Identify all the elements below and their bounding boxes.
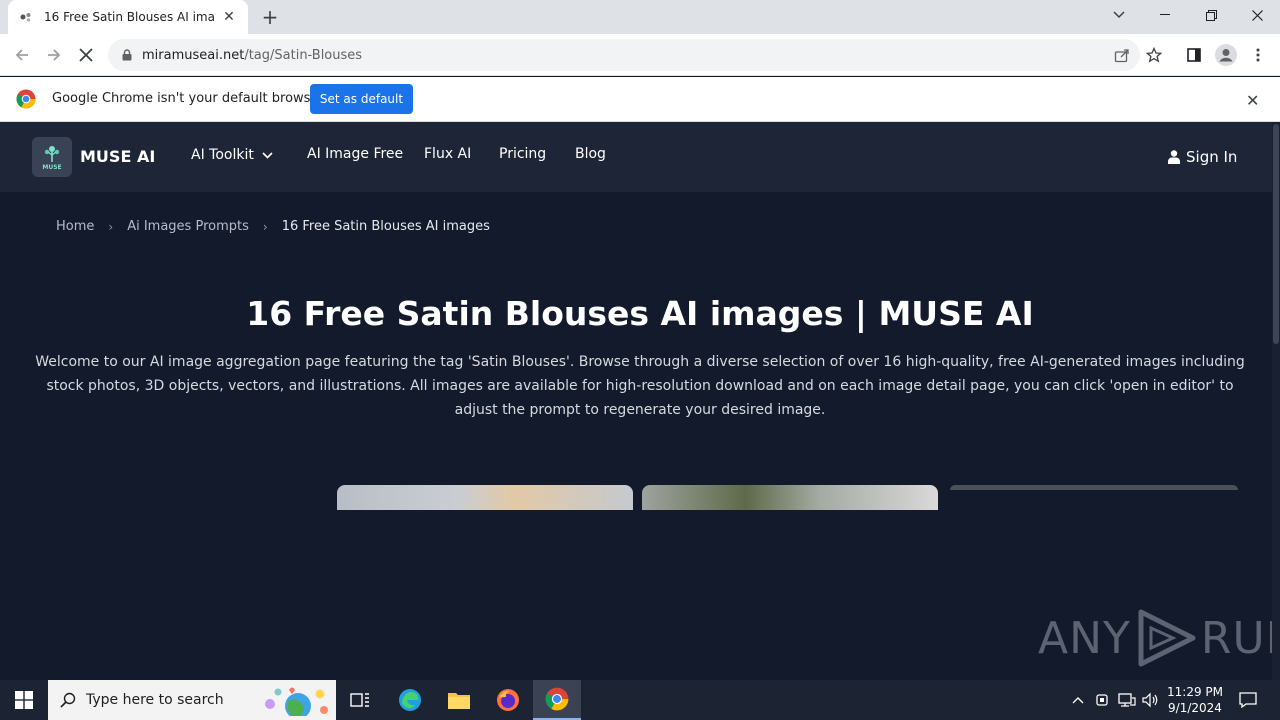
- chevron-right-icon: ›: [262, 219, 268, 234]
- new-tab-button[interactable]: +: [258, 5, 282, 29]
- page-scrollbar[interactable]: [1272, 122, 1280, 680]
- taskbar-chrome[interactable]: [533, 680, 581, 720]
- taskbar-firefox[interactable]: [484, 680, 532, 720]
- breadcrumb: Home › Ai Images Prompts › 16 Free Satin…: [56, 219, 490, 234]
- user-icon: [1168, 150, 1180, 164]
- nav-pricing[interactable]: Pricing: [499, 146, 546, 162]
- forward-button[interactable]: [42, 43, 66, 67]
- sign-in-button[interactable]: Sign In: [1168, 148, 1237, 166]
- default-browser-infobar: Google Chrome isn't your default browser…: [0, 77, 1280, 122]
- site-header: MUSE MUSE AI AI Toolkit AI Image Free Fl…: [0, 122, 1280, 192]
- breadcrumb-prompts[interactable]: Ai Images Prompts: [127, 219, 249, 234]
- watermark-right: RUN: [1200, 612, 1280, 664]
- brand-name[interactable]: MUSE AI: [80, 147, 155, 166]
- logo-text: MUSE: [42, 164, 62, 171]
- nav-flux-ai[interactable]: Flux AI: [424, 146, 471, 162]
- breadcrumb-current: 16 Free Satin Blouses AI images: [281, 219, 490, 234]
- task-view-icon: [350, 693, 369, 707]
- set-as-default-button[interactable]: Set as default: [310, 84, 413, 114]
- browser-tab[interactable]: 16 Free Satin Blouses AI images | MUSE A…: [8, 0, 248, 34]
- share-icon[interactable]: [1114, 47, 1130, 63]
- chrome-logo-icon: [16, 89, 36, 113]
- task-view-button[interactable]: [336, 680, 384, 720]
- breadcrumb-home[interactable]: Home: [56, 219, 94, 234]
- logo-tree-icon: [44, 146, 60, 162]
- sign-in-label: Sign In: [1186, 148, 1238, 166]
- play-logo-icon: [1135, 608, 1197, 668]
- tab-title: 16 Free Satin Blouses AI images | MUSE A…: [44, 10, 214, 24]
- back-button[interactable]: [10, 43, 34, 67]
- windows-logo-icon: [15, 691, 33, 709]
- url-text: miramuseai.net/tag/Satin-Blouses: [142, 48, 362, 63]
- tab-close-icon[interactable]: ✕: [220, 9, 238, 25]
- bookmark-star-icon[interactable]: [1143, 44, 1165, 66]
- side-panel-icon[interactable]: [1183, 44, 1205, 66]
- chevron-right-icon: ›: [108, 219, 114, 234]
- nav-ai-toolkit-label: AI Toolkit: [191, 147, 254, 163]
- search-icon: [60, 692, 76, 708]
- address-bar[interactable]: miramuseai.net/tag/Satin-Blouses: [108, 39, 1140, 71]
- taskbar-search-placeholder: Type here to search: [86, 692, 224, 708]
- tray-meet-icon[interactable]: [1093, 690, 1113, 710]
- folder-icon: [448, 693, 470, 709]
- nav-blog[interactable]: Blog: [575, 146, 606, 162]
- windows-start-button[interactable]: [0, 680, 48, 720]
- windows-taskbar: Type here to search 11:29 PM 9/1/2024: [0, 680, 1280, 720]
- site-favicon-icon: [18, 9, 34, 25]
- tray-overflow-chevron-icon[interactable]: [1068, 690, 1088, 710]
- restore-button[interactable]: [1188, 0, 1234, 30]
- taskbar-clock[interactable]: 11:29 PM 9/1/2024: [1164, 684, 1226, 716]
- chrome-menu-icon[interactable]: [1247, 44, 1269, 66]
- image-card[interactable]: [642, 485, 938, 510]
- stop-loading-button[interactable]: [74, 43, 98, 67]
- clock-time: 11:29 PM: [1167, 685, 1223, 699]
- url-domain: miramuseai.net: [142, 47, 245, 63]
- taskbar-file-explorer[interactable]: [435, 680, 483, 720]
- image-card[interactable]: [950, 485, 1238, 490]
- page-description: Welcome to our AI image aggregation page…: [35, 354, 1245, 418]
- chevron-down-icon: [262, 151, 273, 159]
- browser-toolbar: miramuseai.net/tag/Satin-Blouses: [0, 34, 1280, 76]
- firefox-icon: [497, 689, 519, 711]
- anyrun-watermark: ANY RUN: [1038, 608, 1280, 668]
- nav-ai-image-free[interactable]: AI Image Free: [307, 146, 403, 162]
- watermark-left: ANY: [1038, 612, 1131, 664]
- image-card[interactable]: [337, 485, 633, 510]
- minimize-button[interactable]: [1142, 0, 1188, 30]
- infobar-close-icon[interactable]: ✕: [1246, 91, 1259, 110]
- nav-ai-toolkit[interactable]: AI Toolkit: [191, 147, 273, 163]
- scrollbar-thumb[interactable]: [1273, 124, 1279, 344]
- url-path: /tag/Satin-Blouses: [244, 47, 363, 63]
- page-title: 16 Free Satin Blouses AI images | MUSE A…: [246, 294, 1034, 333]
- chrome-icon: [545, 687, 569, 711]
- profile-avatar-icon[interactable]: [1215, 44, 1237, 66]
- tab-strip: 16 Free Satin Blouses AI images | MUSE A…: [0, 0, 1280, 34]
- clock-date: 9/1/2024: [1168, 701, 1222, 715]
- tab-search-icon[interactable]: [1096, 0, 1142, 30]
- volume-icon[interactable]: [1141, 690, 1161, 710]
- muse-logo[interactable]: MUSE: [32, 137, 72, 177]
- notification-icon[interactable]: [1238, 690, 1258, 710]
- taskbar-edge[interactable]: [386, 680, 434, 720]
- close-window-button[interactable]: [1234, 0, 1280, 30]
- taskbar-search-input[interactable]: Type here to search: [48, 680, 336, 720]
- infobar-message: Google Chrome isn't your default browser: [52, 91, 324, 106]
- edge-icon: [399, 689, 421, 711]
- network-icon[interactable]: [1117, 690, 1137, 710]
- search-highlight-icon: [265, 687, 328, 716]
- lock-icon[interactable]: [122, 49, 132, 61]
